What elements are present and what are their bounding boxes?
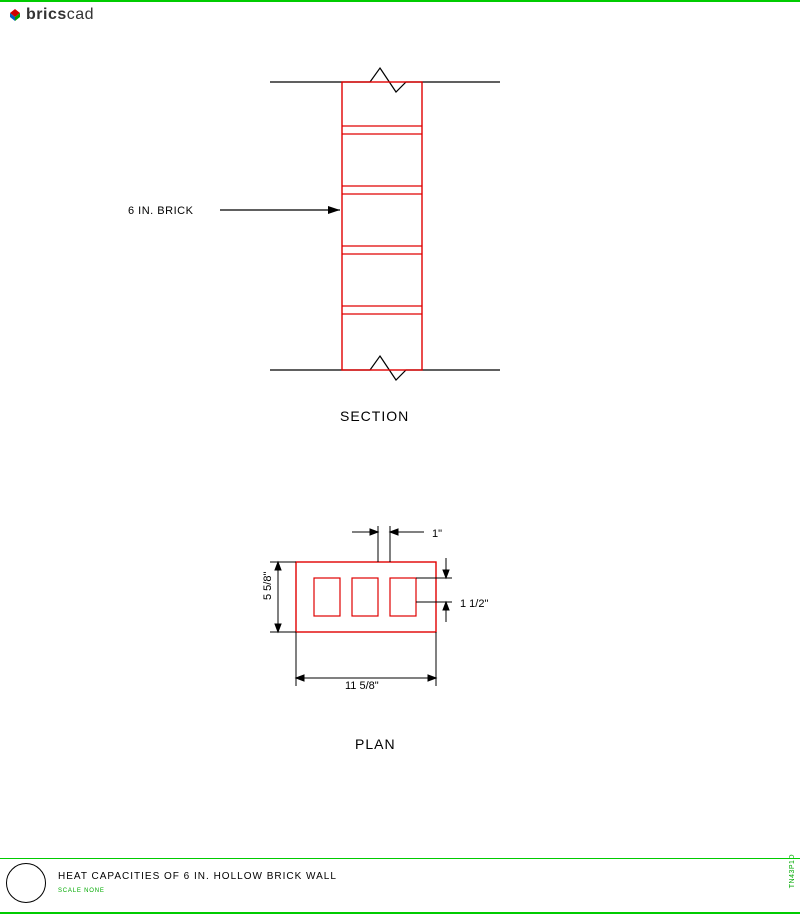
brand-text: bricscad [26, 6, 94, 24]
drawing-scale: SCALE NONE [58, 888, 337, 894]
top-border [0, 0, 800, 2]
drawing-canvas [0, 30, 800, 854]
dimension-height: 5 5/8" [262, 572, 274, 600]
plan-view [270, 526, 452, 686]
header: bricscad [8, 6, 94, 24]
dimension-1-half-in: 1 1/2" [460, 598, 488, 610]
section-view [220, 68, 500, 380]
title-block: HEAT CAPACITIES OF 6 IN. HOLLOW BRICK WA… [0, 858, 800, 906]
bricscad-logo-icon [8, 8, 22, 22]
title-circle [6, 863, 46, 903]
section-caption: SECTION [340, 408, 409, 424]
dimension-1in: 1" [432, 528, 442, 540]
cad-drawing [0, 30, 800, 854]
drawing-title: HEAT CAPACITIES OF 6 IN. HOLLOW BRICK WA… [58, 871, 337, 882]
dimension-width: 11 5/8" [345, 680, 379, 692]
plan-caption: PLAN [355, 736, 396, 752]
brick-label: 6 IN. BRICK [128, 205, 193, 217]
